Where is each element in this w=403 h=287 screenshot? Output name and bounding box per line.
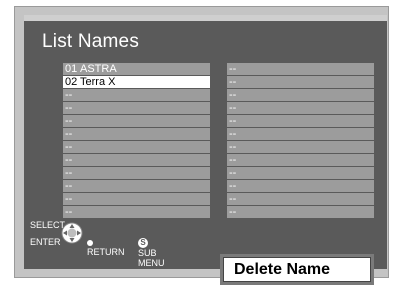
list-item-number: -- xyxy=(229,89,237,101)
list-item[interactable]: -- xyxy=(63,206,210,218)
list-item[interactable]: 02 Terra X xyxy=(63,76,210,88)
list-item-number: -- xyxy=(229,63,237,75)
list-item-number: -- xyxy=(65,193,73,205)
list-item[interactable]: -- xyxy=(63,193,210,205)
list-column-right: -- -- -- -- -- -- -- -- -- -- -- -- xyxy=(227,63,374,219)
list-item[interactable]: -- xyxy=(227,180,374,192)
list-item-number: -- xyxy=(65,206,73,218)
list-item-number: -- xyxy=(65,154,73,166)
list-item-name: Terra X xyxy=(80,76,116,88)
list-item[interactable]: -- xyxy=(227,128,374,140)
list-item-name: ASTRA xyxy=(80,63,117,75)
list-item[interactable]: -- xyxy=(63,115,210,127)
list-item-number: -- xyxy=(65,128,73,140)
list-item[interactable]: -- xyxy=(63,89,210,101)
list-item[interactable]: -- xyxy=(227,206,374,218)
list-item[interactable]: -- xyxy=(227,193,374,205)
return-dot-icon xyxy=(87,239,93,246)
list-item[interactable]: -- xyxy=(227,167,374,179)
page-title: List Names xyxy=(42,31,140,52)
list-item[interactable]: -- xyxy=(63,167,210,179)
list-item-number: -- xyxy=(229,141,237,153)
s-button-icon: S xyxy=(138,237,148,248)
list-item[interactable]: -- xyxy=(227,63,374,75)
enter-hint-label: ENTER xyxy=(30,237,61,247)
list-item-number: -- xyxy=(65,115,73,127)
list-item-number: -- xyxy=(229,206,237,218)
tv-screen: List Names 01 ASTRA 02 Terra X -- -- -- -- -- -- -… xyxy=(14,6,389,278)
delete-name-popup: Delete Name xyxy=(220,254,374,285)
sub-menu-hint: SSUB MENU xyxy=(138,237,165,268)
list-item-number: -- xyxy=(229,167,237,179)
list-item[interactable]: -- xyxy=(63,154,210,166)
list-item[interactable]: -- xyxy=(227,115,374,127)
list-item-number: -- xyxy=(229,180,237,192)
list-item-number: 01 xyxy=(65,63,78,75)
list-item[interactable]: -- xyxy=(63,102,210,114)
sub-menu-hint-label: SUB MENU xyxy=(138,247,165,268)
list-item[interactable]: -- xyxy=(227,102,374,114)
return-hint: RETURN xyxy=(87,237,125,257)
list-item[interactable]: -- xyxy=(63,141,210,153)
dpad-icon xyxy=(61,222,83,244)
list-item-number: -- xyxy=(229,115,237,127)
list-item-number: -- xyxy=(229,154,237,166)
list-item-number: -- xyxy=(229,193,237,205)
list-item-number: -- xyxy=(65,102,73,114)
list-item[interactable]: -- xyxy=(227,89,374,101)
list-item-number: -- xyxy=(229,128,237,140)
list-names-panel: List Names 01 ASTRA 02 Terra X -- -- -- -- -- -- -… xyxy=(24,15,387,269)
list-item[interactable]: -- xyxy=(227,76,374,88)
list-item-number: -- xyxy=(65,89,73,101)
list-item[interactable]: -- xyxy=(63,180,210,192)
list-item[interactable]: -- xyxy=(63,128,210,140)
list-item[interactable]: -- xyxy=(227,154,374,166)
list-column-left: 01 ASTRA 02 Terra X -- -- -- -- -- -- -- -- -- -- xyxy=(63,63,210,219)
list-item-number: -- xyxy=(65,167,73,179)
panel-top-bar xyxy=(24,15,387,21)
list-item-number: -- xyxy=(229,76,237,88)
list-item-number: 02 xyxy=(65,76,78,88)
list-item-number: -- xyxy=(65,180,73,192)
list-item[interactable]: 01 ASTRA xyxy=(63,63,210,75)
list-item[interactable]: -- xyxy=(227,141,374,153)
select-hint-label: SELECT xyxy=(30,220,66,230)
list-item-number: -- xyxy=(65,141,73,153)
delete-name-option[interactable]: Delete Name xyxy=(223,257,371,282)
list-item-number: -- xyxy=(229,102,237,114)
return-hint-label: RETURN xyxy=(87,247,125,257)
